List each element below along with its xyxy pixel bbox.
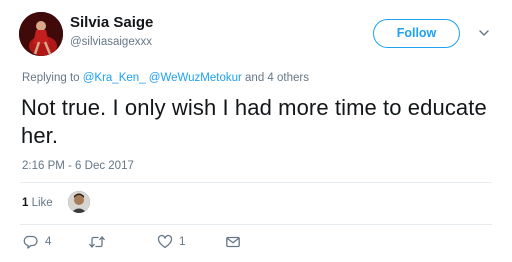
retweet-button[interactable] xyxy=(88,234,112,250)
likes-label: Like xyxy=(28,197,53,209)
heart-icon xyxy=(157,234,173,249)
chevron-down-icon[interactable] xyxy=(477,27,491,39)
divider xyxy=(20,224,492,225)
replying-suffix: and 4 others xyxy=(241,72,309,84)
divider xyxy=(20,182,492,183)
like-count: 1 xyxy=(179,236,186,248)
replying-to-context: Replying to @Kra_Ken_ @WeWuzMetokur and … xyxy=(22,72,309,84)
follow-button[interactable]: Follow xyxy=(373,19,460,48)
author-handle[interactable]: @silviasaigexxx xyxy=(70,36,152,48)
mention-link[interactable]: @Kra_Ken_ xyxy=(83,72,146,84)
author-avatar[interactable] xyxy=(19,12,63,56)
author-name[interactable]: Silvia Saige xyxy=(70,14,153,31)
tweet-text: Not true. I only wish I had more time to… xyxy=(21,95,487,148)
mention-link[interactable]: @WeWuzMetokur xyxy=(149,72,242,84)
replying-prefix: Replying to xyxy=(22,72,83,84)
liker-avatar-image xyxy=(68,191,90,213)
reply-icon xyxy=(23,235,38,249)
direct-message-button[interactable] xyxy=(225,234,241,250)
retweet-icon xyxy=(89,236,105,248)
profile-avatar-image xyxy=(19,12,63,56)
likes-count[interactable]: 1 Like xyxy=(22,197,53,209)
envelope-icon xyxy=(226,236,240,248)
tweet-timestamp[interactable]: 2:16 PM - 6 Dec 2017 xyxy=(22,160,134,172)
reply-button[interactable]: 4 xyxy=(23,234,51,250)
liker-avatar[interactable] xyxy=(68,191,90,213)
reply-count: 4 xyxy=(45,236,52,248)
like-button[interactable]: 1 xyxy=(157,234,185,250)
